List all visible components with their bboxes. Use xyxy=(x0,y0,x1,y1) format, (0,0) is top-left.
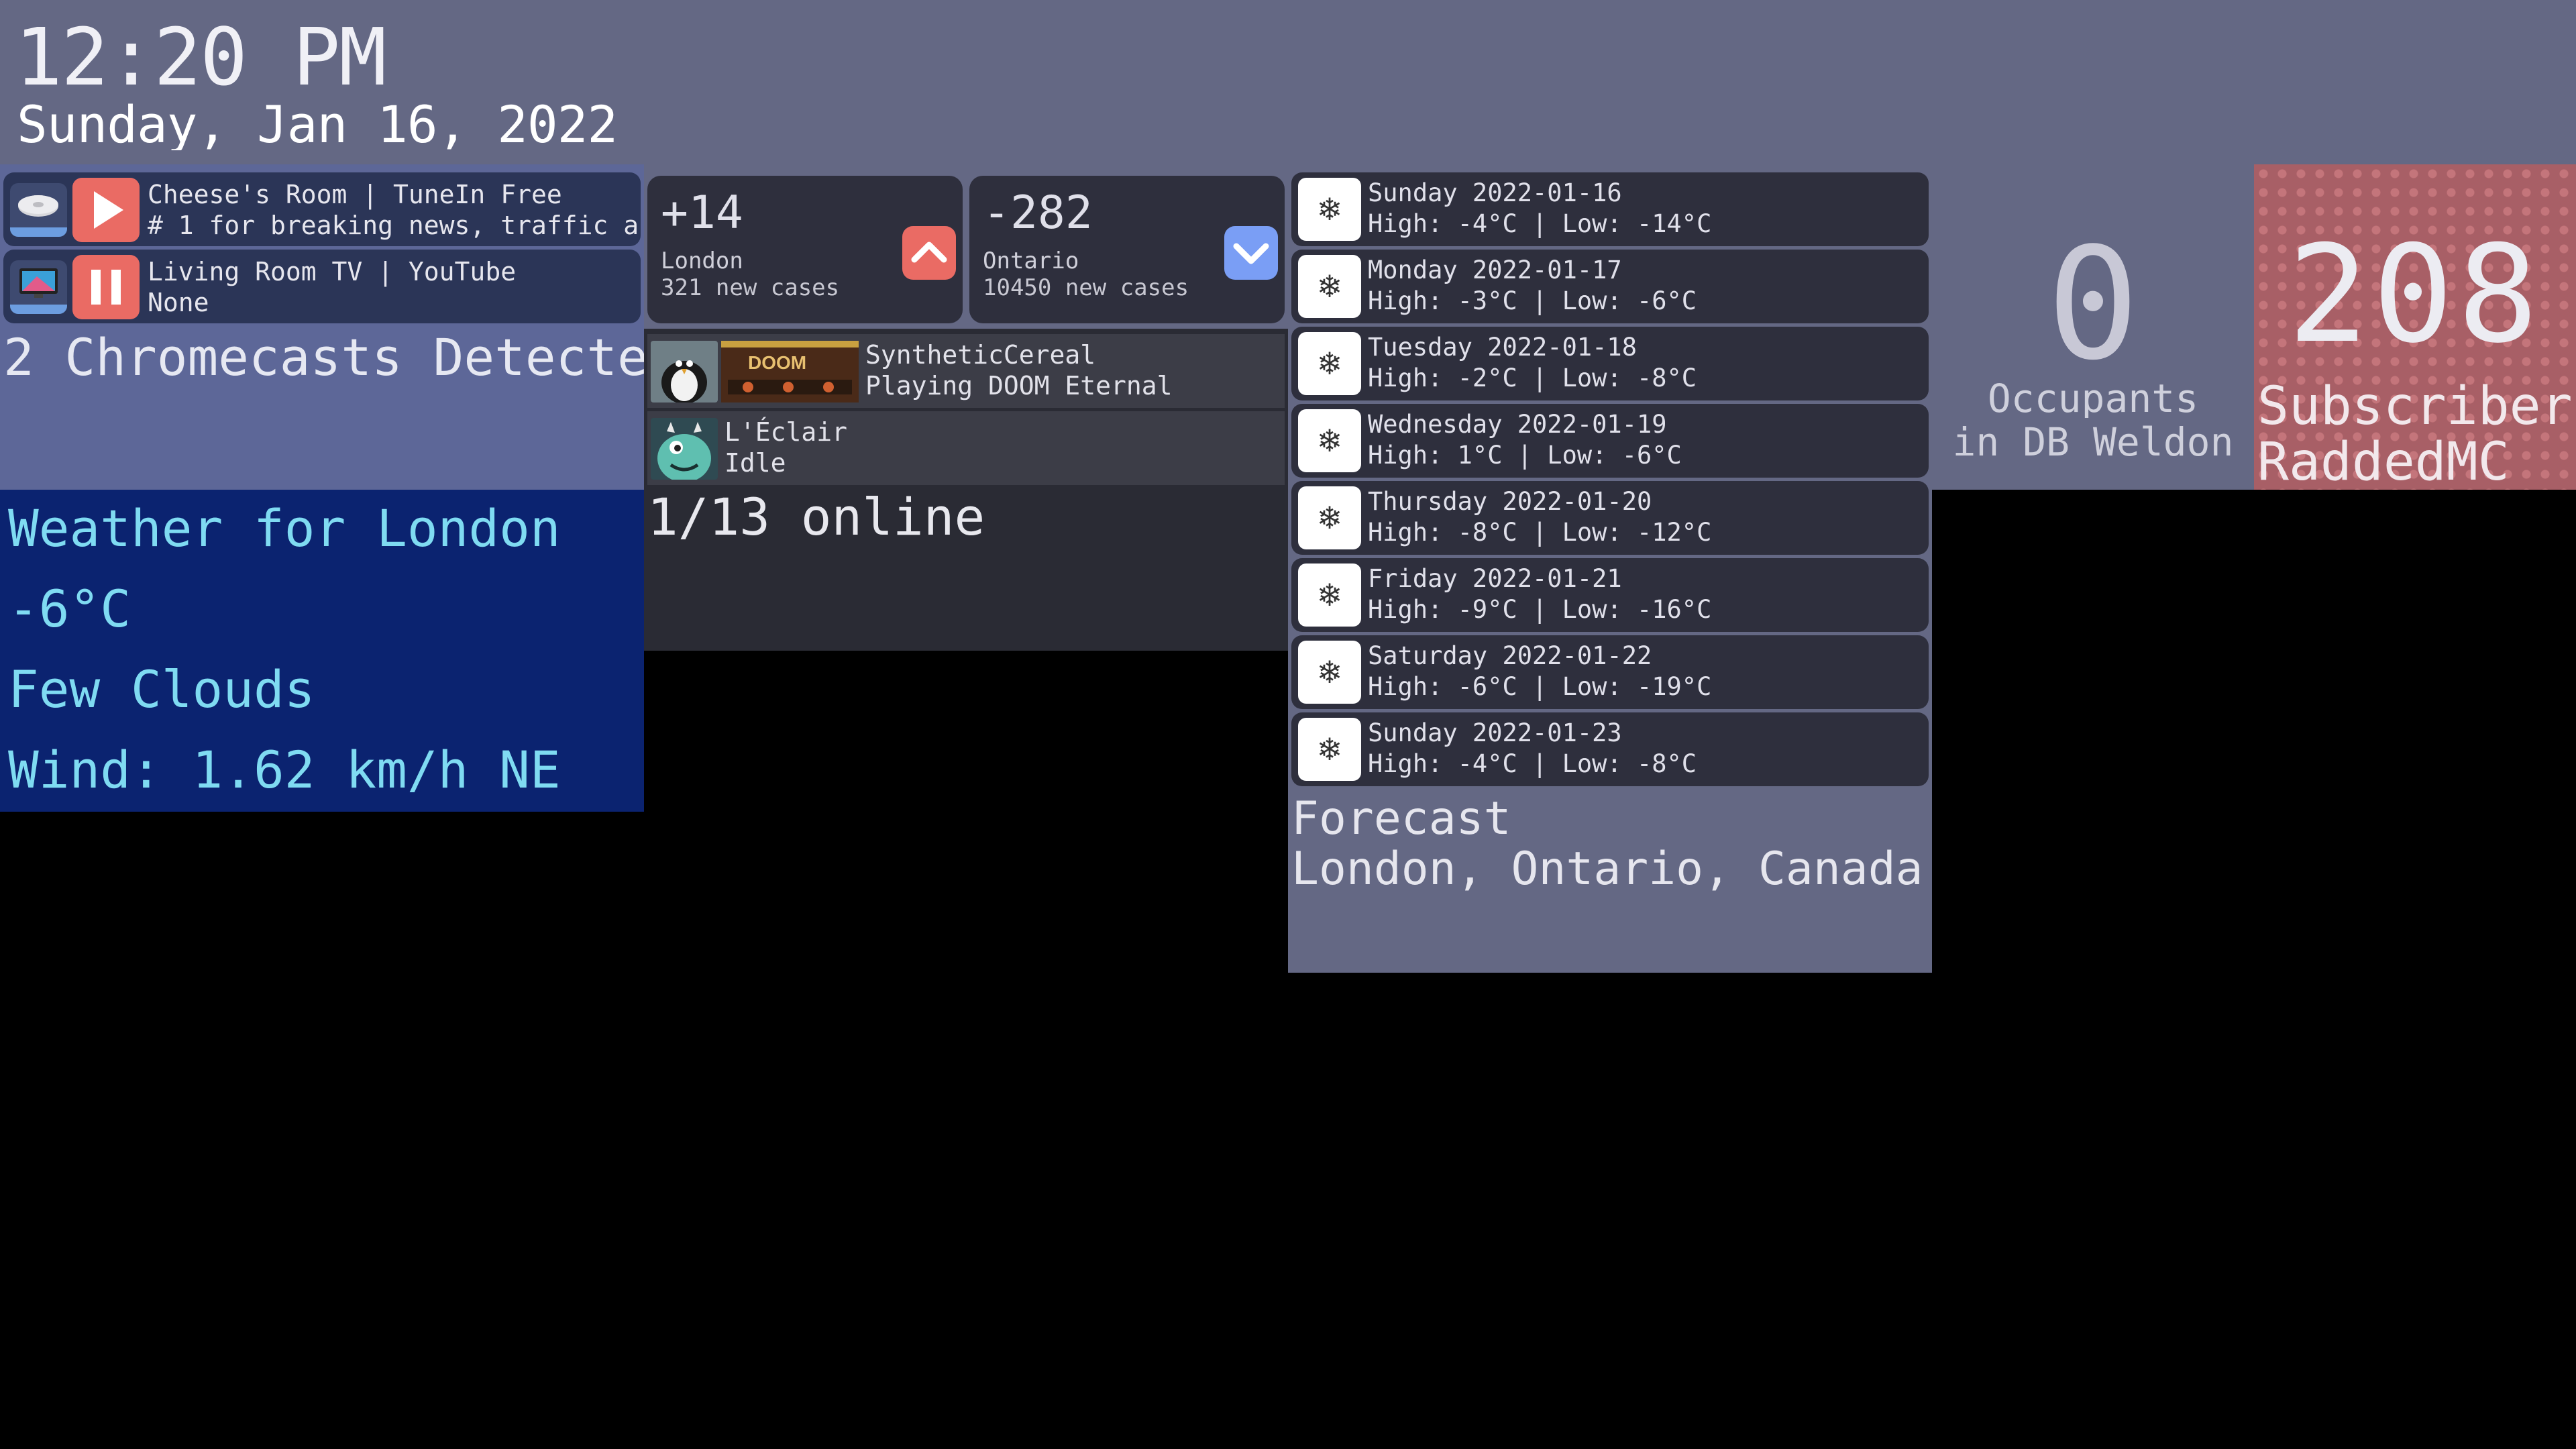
chromecast-device-row[interactable]: Cheese's Room | TuneIn Free # 1 for brea… xyxy=(3,172,641,246)
forecast-day-row: ❄ Thursday 2022-01-20 High: -8°C | Low: … xyxy=(1291,481,1929,555)
forecast-temps: High: -4°C | Low: -8°C xyxy=(1368,749,1697,778)
occupants-panel: 0 Occupants in DB Weldon xyxy=(1932,164,2254,490)
forecast-day-row: ❄ Sunday 2022-01-23 High: -4°C | Low: -8… xyxy=(1291,712,1929,786)
snowflake-icon: ❄ xyxy=(1298,641,1361,704)
forecast-day-row: ❄ Saturday 2022-01-22 High: -6°C | Low: … xyxy=(1291,635,1929,709)
cast-title: Living Room TV | YouTube xyxy=(148,257,517,286)
header-bar: 12:20 PM Sunday, Jan 16, 2022 xyxy=(0,0,2576,164)
forecast-temps: High: -4°C | Low: -14°C xyxy=(1368,209,1712,238)
discord-panel: DOOM SyntheticCereal Playing DOOM Eterna… xyxy=(644,329,1288,651)
occupants-label: Occupants xyxy=(1987,379,2199,418)
snowflake-icon: ❄ xyxy=(1298,486,1361,549)
subscribers-count: 208 xyxy=(2288,228,2542,362)
occupants-location: in DB Weldon xyxy=(1952,423,2234,462)
snowflake-icon: ❄ xyxy=(1298,564,1361,627)
forecast-day: Saturday 2022-01-22 xyxy=(1368,641,1652,670)
game-art-label: DOOM xyxy=(748,352,806,373)
forecast-day: Wednesday 2022-01-19 xyxy=(1368,410,1667,439)
covid-card-london: +14 London 321 new cases xyxy=(647,176,963,323)
chromecast-device-row[interactable]: Living Room TV | YouTube None xyxy=(3,250,641,323)
forecast-day-row: ❄ Tuesday 2022-01-18 High: -2°C | Low: -… xyxy=(1291,327,1929,400)
subscribers-label: Subscribers xyxy=(2257,380,2576,433)
pause-button[interactable] xyxy=(72,255,140,319)
forecast-location: London, Ontario, Canada xyxy=(1291,847,1923,892)
forecast-temps: High: -9°C | Low: -16°C xyxy=(1368,595,1712,624)
subscribers-panel: 208 Subscribers RaddedMC xyxy=(2254,164,2576,490)
forecast-day-row: ❄ Friday 2022-01-21 High: -9°C | Low: -1… xyxy=(1291,558,1929,632)
game-art-icon: DOOM xyxy=(721,341,859,402)
weather-condition: Few Clouds xyxy=(8,664,315,715)
snowflake-icon: ❄ xyxy=(1298,255,1361,318)
covid-change: -282 xyxy=(983,191,1093,236)
forecast-day: Sunday 2022-01-16 xyxy=(1368,178,1622,207)
forecast-day: Monday 2022-01-17 xyxy=(1368,256,1622,284)
forecast-temps: High: -2°C | Low: -8°C xyxy=(1368,364,1697,392)
member-status: Idle xyxy=(724,448,786,478)
tv-icon xyxy=(10,260,67,314)
forecast-day-row: ❄ Monday 2022-01-17 High: -3°C | Low: -6… xyxy=(1291,250,1929,323)
forecast-day-row: ❄ Wednesday 2022-01-19 High: 1°C | Low: … xyxy=(1291,404,1929,478)
covid-region: Ontario xyxy=(983,250,1079,272)
clock-date: Sunday, Jan 16, 2022 xyxy=(17,99,618,150)
weather-temp: -6°C xyxy=(8,584,131,635)
covid-new-cases: 321 new cases xyxy=(661,276,840,299)
clock-time: 12:20 PM xyxy=(15,17,386,97)
covid-card-ontario: -282 Ontario 10450 new cases xyxy=(969,176,1285,323)
weather-title: Weather for London xyxy=(8,503,561,554)
snowflake-icon: ❄ xyxy=(1298,178,1361,241)
covid-new-cases: 10450 new cases xyxy=(983,276,1189,299)
forecast-day: Sunday 2022-01-23 xyxy=(1368,718,1622,747)
forecast-panel: ❄ Sunday 2022-01-16 High: -4°C | Low: -1… xyxy=(1288,164,1932,973)
weather-wind: Wind: 1.62 km/h NE xyxy=(8,745,561,796)
cast-title: Cheese's Room | TuneIn Free xyxy=(148,180,562,209)
forecast-day: Thursday 2022-01-20 xyxy=(1368,487,1652,516)
occupants-count: 0 xyxy=(2046,228,2140,382)
cast-subtitle: # 1 for breaking news, traffic and weath… xyxy=(148,211,641,240)
avatar xyxy=(651,418,718,480)
covid-region: London xyxy=(661,250,743,272)
discord-online-count: 1/13 online xyxy=(647,492,985,543)
avatar xyxy=(651,341,718,402)
covid-change: +14 xyxy=(661,191,743,236)
forecast-temps: High: -3°C | Low: -6°C xyxy=(1368,286,1697,315)
weather-panel: Weather for London -6°C Few Clouds Wind:… xyxy=(0,490,644,812)
discord-member-row[interactable]: L'Éclair Idle xyxy=(647,411,1285,485)
snowflake-icon: ❄ xyxy=(1298,718,1361,781)
forecast-temps: High: 1°C | Low: -6°C xyxy=(1368,441,1682,470)
forecast-day: Tuesday 2022-01-18 xyxy=(1368,333,1637,362)
forecast-day-row: ❄ Sunday 2022-01-16 High: -4°C | Low: -1… xyxy=(1291,172,1929,246)
chromecast-panel: Cheese's Room | TuneIn Free # 1 for brea… xyxy=(0,164,679,490)
forecast-temps: High: -8°C | Low: -12°C xyxy=(1368,518,1712,547)
member-name: L'Éclair xyxy=(724,417,848,447)
snowflake-icon: ❄ xyxy=(1298,409,1361,472)
subscribers-channel: RaddedMC xyxy=(2257,436,2510,488)
member-name: SyntheticCereal xyxy=(865,340,1096,370)
member-status: Playing DOOM Eternal xyxy=(865,371,1173,400)
speaker-icon xyxy=(10,183,67,237)
trend-up-icon xyxy=(902,226,956,280)
snowflake-icon: ❄ xyxy=(1298,332,1361,395)
forecast-day: Friday 2022-01-21 xyxy=(1368,564,1622,593)
discord-member-row[interactable]: DOOM SyntheticCereal Playing DOOM Eterna… xyxy=(647,334,1285,408)
chromecast-count: 2 Chromecasts Detected xyxy=(3,332,679,383)
forecast-title: Forecast xyxy=(1291,796,1511,842)
forecast-temps: High: -6°C | Low: -19°C xyxy=(1368,672,1712,701)
trend-down-icon xyxy=(1224,226,1278,280)
cast-subtitle: None xyxy=(148,288,209,317)
play-button[interactable] xyxy=(72,178,140,242)
